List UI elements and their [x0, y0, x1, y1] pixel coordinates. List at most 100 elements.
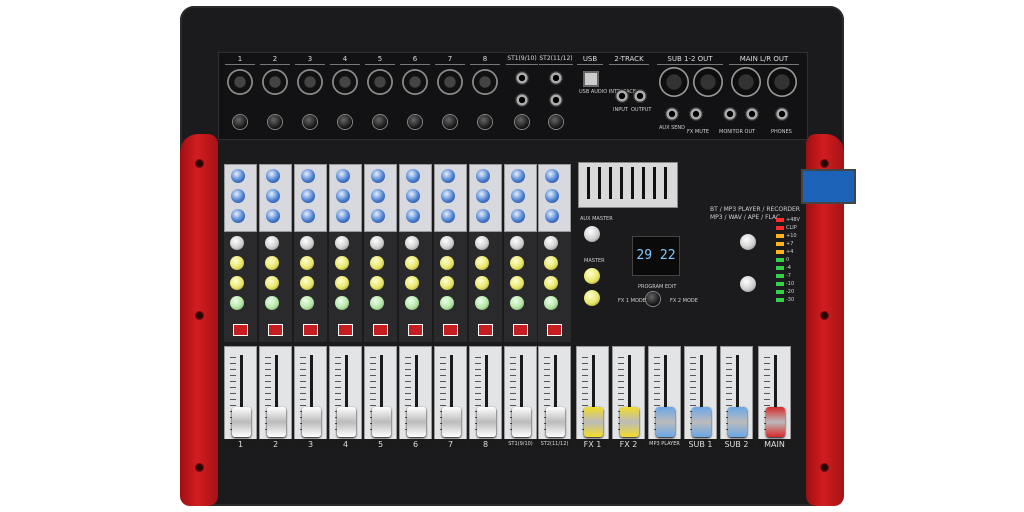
fx1-knob[interactable]	[300, 256, 314, 270]
eq-knob[interactable]	[545, 209, 559, 223]
st1-gain-knob[interactable]	[515, 115, 529, 129]
mute-button[interactable]	[513, 324, 528, 336]
eq-knob[interactable]	[266, 169, 280, 183]
mute-button[interactable]	[233, 324, 248, 336]
aux-knob[interactable]	[370, 236, 384, 250]
pan-knob[interactable]	[544, 296, 558, 310]
phones-jack[interactable]	[775, 107, 789, 121]
fader-cap[interactable]	[302, 407, 321, 437]
xlr-input-2[interactable]	[262, 69, 288, 95]
gain-knob[interactable]	[338, 115, 352, 129]
ctrl-room-knob[interactable]	[740, 234, 756, 250]
eq-knob[interactable]	[266, 189, 280, 203]
fx2-knob[interactable]	[440, 276, 454, 290]
eq-knob[interactable]	[371, 169, 385, 183]
eq-knob[interactable]	[476, 209, 490, 223]
fader-cap[interactable]	[766, 407, 785, 437]
fx1-knob[interactable]	[475, 256, 489, 270]
xlr-input-5[interactable]	[367, 69, 393, 95]
st2-gain-knob[interactable]	[549, 115, 563, 129]
fx2-knob[interactable]	[510, 276, 524, 290]
2track-input-jack[interactable]	[615, 89, 629, 103]
aux-knob[interactable]	[440, 236, 454, 250]
eq-knob[interactable]	[371, 209, 385, 223]
xlr-input-3[interactable]	[297, 69, 323, 95]
main-left-out-xlr[interactable]	[731, 67, 761, 97]
fader-cap[interactable]	[267, 407, 286, 437]
fader-cap[interactable]	[232, 407, 251, 437]
fader-cap[interactable]	[584, 407, 603, 437]
sub2-out-xlr[interactable]	[693, 67, 723, 97]
pan-knob[interactable]	[265, 296, 279, 310]
st1-right-jack[interactable]	[515, 93, 529, 107]
eq-knob[interactable]	[511, 169, 525, 183]
fader-cap[interactable]	[337, 407, 356, 437]
aux-knob[interactable]	[335, 236, 349, 250]
fx2-knob[interactable]	[230, 276, 244, 290]
eq-knob[interactable]	[266, 209, 280, 223]
mute-button[interactable]	[338, 324, 353, 336]
mute-button[interactable]	[373, 324, 388, 336]
pan-knob[interactable]	[405, 296, 419, 310]
fader-cap[interactable]	[512, 407, 531, 437]
fx2-knob[interactable]	[544, 276, 558, 290]
aux-knob[interactable]	[405, 236, 419, 250]
eq-knob[interactable]	[301, 189, 315, 203]
gain-knob[interactable]	[373, 115, 387, 129]
eq-knob[interactable]	[545, 189, 559, 203]
2track-output-jack[interactable]	[633, 89, 647, 103]
eq-knob[interactable]	[231, 189, 245, 203]
gain-knob[interactable]	[268, 115, 282, 129]
aux-knob[interactable]	[475, 236, 489, 250]
fx1-knob[interactable]	[405, 256, 419, 270]
fx2-knob[interactable]	[265, 276, 279, 290]
eq-knob[interactable]	[441, 169, 455, 183]
fader-cap[interactable]	[372, 407, 391, 437]
mute-button[interactable]	[547, 324, 562, 336]
fader-cap[interactable]	[407, 407, 426, 437]
fx2-knob[interactable]	[370, 276, 384, 290]
aux-send-jack[interactable]	[665, 107, 679, 121]
pan-knob[interactable]	[510, 296, 524, 310]
aux-knob[interactable]	[544, 236, 558, 250]
sub1-out-xlr[interactable]	[659, 67, 689, 97]
mute-button[interactable]	[268, 324, 283, 336]
xlr-input-8[interactable]	[472, 69, 498, 95]
fx-mute-jack[interactable]	[689, 107, 703, 121]
fader-cap[interactable]	[546, 407, 565, 437]
eq-knob[interactable]	[511, 189, 525, 203]
fx1-knob[interactable]	[544, 256, 558, 270]
eq-knob[interactable]	[441, 209, 455, 223]
st2-right-jack[interactable]	[549, 93, 563, 107]
xlr-input-4[interactable]	[332, 69, 358, 95]
eq-knob[interactable]	[301, 169, 315, 183]
fx1-knob[interactable]	[230, 256, 244, 270]
gain-knob[interactable]	[233, 115, 247, 129]
fx2-master-knob[interactable]	[584, 290, 600, 306]
usb-port[interactable]	[583, 71, 599, 87]
fader-cap[interactable]	[728, 407, 747, 437]
eq-knob[interactable]	[545, 169, 559, 183]
eq-knob[interactable]	[231, 169, 245, 183]
eq-knob[interactable]	[336, 189, 350, 203]
eq-knob[interactable]	[406, 189, 420, 203]
xlr-input-1[interactable]	[227, 69, 253, 95]
aux-knob[interactable]	[300, 236, 314, 250]
xlr-input-7[interactable]	[437, 69, 463, 95]
graphic-eq-sliders[interactable]	[587, 167, 667, 199]
fx2-knob[interactable]	[475, 276, 489, 290]
aux-knob[interactable]	[230, 236, 244, 250]
pan-knob[interactable]	[300, 296, 314, 310]
eq-knob[interactable]	[476, 169, 490, 183]
eq-knob[interactable]	[511, 209, 525, 223]
gain-knob[interactable]	[478, 115, 492, 129]
fx2-knob[interactable]	[335, 276, 349, 290]
eq-knob[interactable]	[301, 209, 315, 223]
program-edit-knob[interactable]	[646, 292, 660, 306]
pan-knob[interactable]	[475, 296, 489, 310]
gain-knob[interactable]	[408, 115, 422, 129]
aux-knob[interactable]	[510, 236, 524, 250]
eq-knob[interactable]	[231, 209, 245, 223]
gain-knob[interactable]	[303, 115, 317, 129]
main-right-out-xlr[interactable]	[767, 67, 797, 97]
